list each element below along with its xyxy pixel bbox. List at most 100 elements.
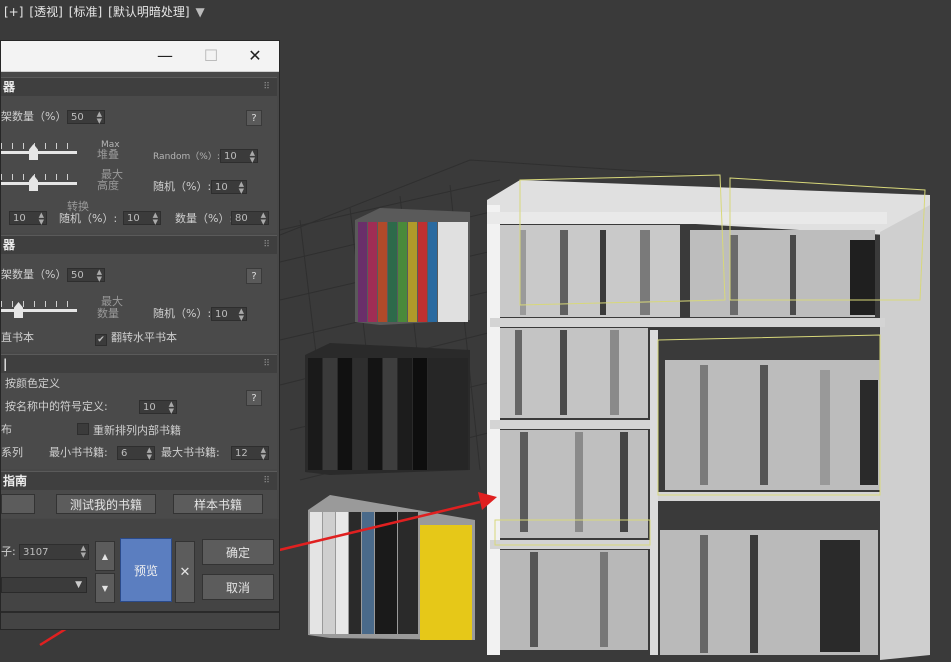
count-spinner[interactable]: 80 ▲ ▼	[231, 211, 269, 226]
grip-icon: ⠿	[263, 82, 271, 92]
vertical-books-checkbox[interactable]: 直书本	[1, 331, 34, 345]
spinner-value: 10	[13, 213, 26, 224]
spinner-arrows-icon[interactable]: ▲ ▼	[261, 212, 266, 226]
checkbox-box[interactable]	[77, 423, 89, 435]
radio-label: 按颜色定义	[5, 377, 60, 390]
checkbox-label: 重新排列内部书籍	[93, 424, 181, 437]
shelf-count-label: 架数量（%）:	[1, 268, 71, 281]
section-color-header[interactable]: | ⠿	[1, 354, 277, 373]
reorder-checkbox[interactable]: 重新排列内部书籍	[77, 423, 181, 438]
count-label: 数量	[97, 307, 119, 320]
spinner-value: 50	[71, 112, 84, 123]
min-books-spinner[interactable]: 6 ▲ ▼	[117, 446, 155, 461]
spinner-arrows-icon[interactable]: ▲ ▼	[153, 212, 158, 226]
help-button[interactable]: ?	[246, 390, 262, 406]
viewport-menu-perspective[interactable]: [透视]	[29, 5, 62, 19]
guide-button-left[interactable]	[1, 494, 35, 514]
symbol-spinner[interactable]: 10 ▲ ▼	[139, 400, 177, 415]
max-books-spinner[interactable]: 12 ▲ ▼	[231, 446, 269, 461]
rotate-random-spinner[interactable]: 10 ▲ ▼	[123, 211, 161, 226]
grip-icon: ⠿	[263, 476, 271, 486]
flip-horizontal-checkbox[interactable]: ✔ 翻转水平书本	[95, 331, 177, 346]
preview-button[interactable]: 预览	[120, 538, 172, 602]
book-cluster-colorful[interactable]	[355, 208, 470, 325]
random-cn-spinner[interactable]: 10 ▲ ▼	[211, 180, 247, 195]
section-title: |	[3, 357, 8, 371]
slider-ticks	[1, 143, 77, 149]
random-cn-label: 随机（%）:	[153, 180, 212, 193]
minimize-button[interactable]: —	[151, 45, 179, 67]
series-label: 系列	[1, 446, 23, 459]
close-button[interactable]: ✕	[241, 45, 269, 67]
spinner-value: 3107	[23, 547, 49, 558]
spinner-value: 6	[121, 448, 128, 459]
height-label: 高度	[97, 179, 119, 192]
section-shelves-body: 架数量（%）: 50 ▲ ▼ ? Max 堆叠 Random（%）: 10 ▲ ▼ 最大…	[1, 96, 277, 233]
spinner-arrows-icon[interactable]: ▲ ▼	[147, 447, 152, 461]
shelf-count-spinner[interactable]: 50 ▲ ▼	[67, 110, 105, 125]
chevron-down-icon[interactable]: ▼	[75, 578, 82, 592]
spinner-arrows-icon[interactable]: ▲ ▼	[81, 545, 86, 559]
help-button[interactable]: ?	[246, 268, 262, 284]
seed-spinner[interactable]: 3107 ▲ ▼	[19, 544, 89, 560]
section-guide-header[interactable]: 指南 ⠿	[1, 471, 277, 490]
spinner-value: 10	[127, 213, 140, 224]
count-label: 数量（%）:	[175, 212, 234, 225]
shelf-count-spinner[interactable]: 50 ▲ ▼	[67, 268, 105, 283]
spinner-value: 50	[71, 270, 84, 281]
preset-dropdown[interactable]: ▼	[1, 577, 87, 593]
spinner-arrows-icon[interactable]: ▲ ▼	[261, 447, 266, 461]
seed-label: 子:	[1, 545, 16, 558]
spinner-arrows-icon[interactable]: ▲ ▼	[250, 150, 255, 164]
left-spinner[interactable]: 10 ▲ ▼	[9, 211, 47, 226]
book-cluster-mixed[interactable]	[308, 495, 475, 640]
random-spinner[interactable]: 10 ▲ ▼	[220, 149, 258, 164]
books-top-row	[500, 225, 875, 317]
seed-up-button[interactable]: ▲	[95, 541, 115, 571]
spinner-arrows-icon[interactable]: ▲ ▼	[239, 181, 244, 195]
section-horizontal-header[interactable]: 器 ⠿	[1, 235, 277, 254]
spinner-arrows-icon[interactable]: ▲ ▼	[97, 111, 102, 125]
clear-preview-button[interactable]: ✕	[175, 541, 195, 603]
help-button[interactable]: ?	[246, 110, 262, 126]
count-slider[interactable]	[1, 301, 77, 319]
viewport-menu-standard[interactable]: [标准]	[69, 5, 102, 19]
stack-label: 堆叠	[97, 148, 119, 161]
book-cluster-dark[interactable]	[305, 343, 470, 475]
height-slider[interactable]	[1, 174, 77, 192]
ok-button[interactable]: 确定	[202, 539, 274, 565]
radio-label: 按名称中的符号定义:	[5, 400, 108, 413]
viewport-label[interactable]: [+] [透视] [标准] [默认明暗处理] ▼	[4, 3, 211, 20]
dialog-titlebar[interactable]: — ☐ ✕	[1, 41, 279, 72]
stack-slider[interactable]	[1, 143, 77, 161]
by-symbol-radio[interactable]: 按名称中的符号定义:	[5, 400, 108, 414]
bookcase-model[interactable]	[487, 174, 930, 660]
spinner-arrows-icon[interactable]: ▲ ▼	[39, 212, 44, 226]
spinner-value: 12	[235, 448, 248, 459]
viewport-menu-shading[interactable]: [默认明暗处理]	[108, 5, 189, 19]
sample-books-button[interactable]: 样本书籍	[173, 494, 263, 514]
slider-track	[1, 151, 77, 154]
seed-down-button[interactable]: ▼	[95, 573, 115, 603]
spinner-arrows-icon[interactable]: ▲ ▼	[239, 308, 244, 322]
rotate-random-label: 随机（%）:	[59, 212, 118, 225]
spinner-arrows-icon[interactable]: ▲ ▼	[97, 269, 102, 283]
test-books-button[interactable]: 测试我的书籍	[56, 494, 156, 514]
viewport-menu-plus[interactable]: [+]	[4, 5, 23, 19]
spinner-arrows-icon[interactable]: ▲ ▼	[169, 401, 174, 415]
spinner-value: 10	[224, 151, 237, 162]
distribute-checkbox[interactable]: 布	[1, 423, 12, 437]
section-shelves-header[interactable]: 器 ⠿	[1, 77, 277, 96]
maximize-button[interactable]: ☐	[197, 45, 225, 67]
filter-icon[interactable]: ▼	[196, 5, 205, 19]
random-spinner[interactable]: 10 ▲ ▼	[211, 307, 247, 322]
slider-track	[1, 309, 77, 312]
spinner-value: 10	[143, 402, 156, 413]
check-icon[interactable]: ✔	[95, 334, 107, 346]
cancel-button[interactable]: 取消	[202, 574, 274, 600]
by-color-radio[interactable]: 按颜色定义	[5, 377, 60, 391]
section-horizontal-body: 架数量（%）: 50 ▲ ▼ ? 最大 数量 随机（%）: 10 ▲ ▼ 直书本 ✔ 翻转…	[1, 254, 277, 352]
min-books-label: 最小书书籍:	[49, 446, 108, 459]
checkbox-label: 翻转水平书本	[111, 331, 177, 344]
max-books-label: 最大书书籍:	[161, 446, 220, 459]
